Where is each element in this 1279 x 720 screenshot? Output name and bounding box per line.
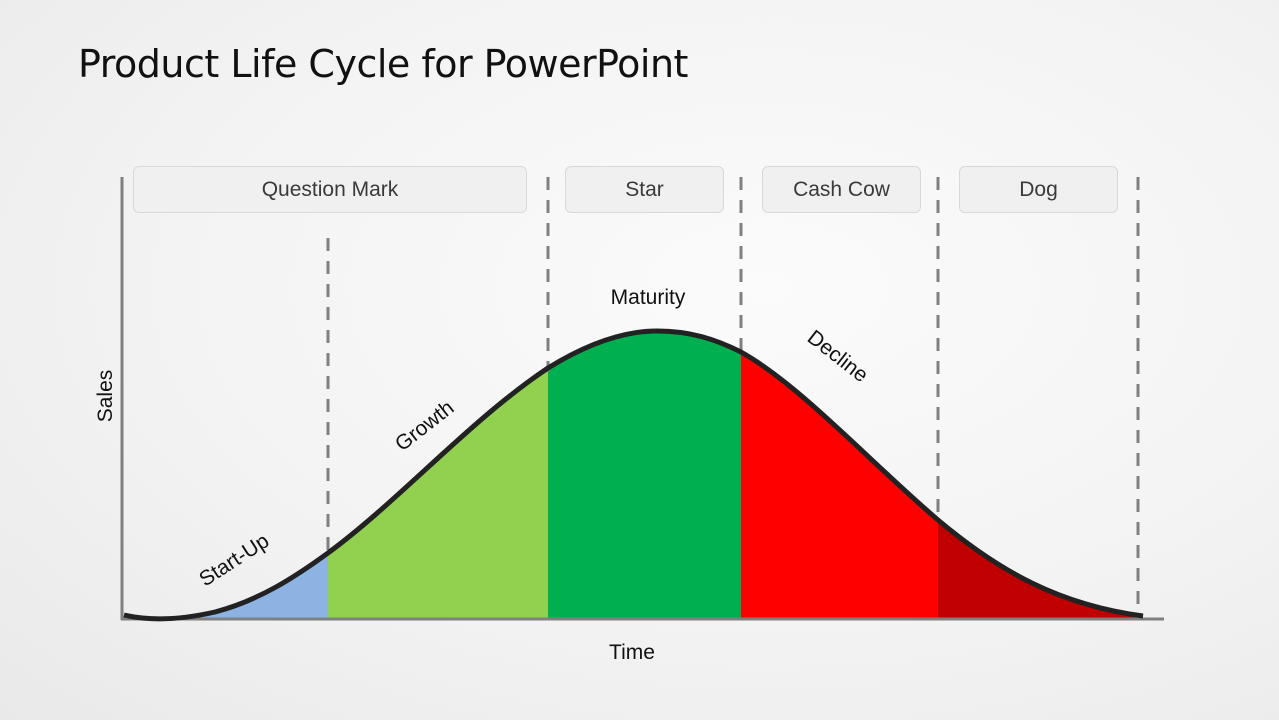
region-maturity xyxy=(548,331,741,619)
y-axis-label: Sales xyxy=(94,370,117,423)
phase-label-decline: Decline xyxy=(803,326,872,387)
phase-label-start-up: Start-Up xyxy=(195,529,273,591)
phase-label-maturity: Maturity xyxy=(611,286,686,309)
life-cycle-diagram: Start-Up Growth Maturity Decline Sales T… xyxy=(94,177,1164,664)
phase-regions xyxy=(124,331,1143,619)
region-decline-late xyxy=(938,331,1143,619)
x-axis-label: Time xyxy=(609,641,655,664)
